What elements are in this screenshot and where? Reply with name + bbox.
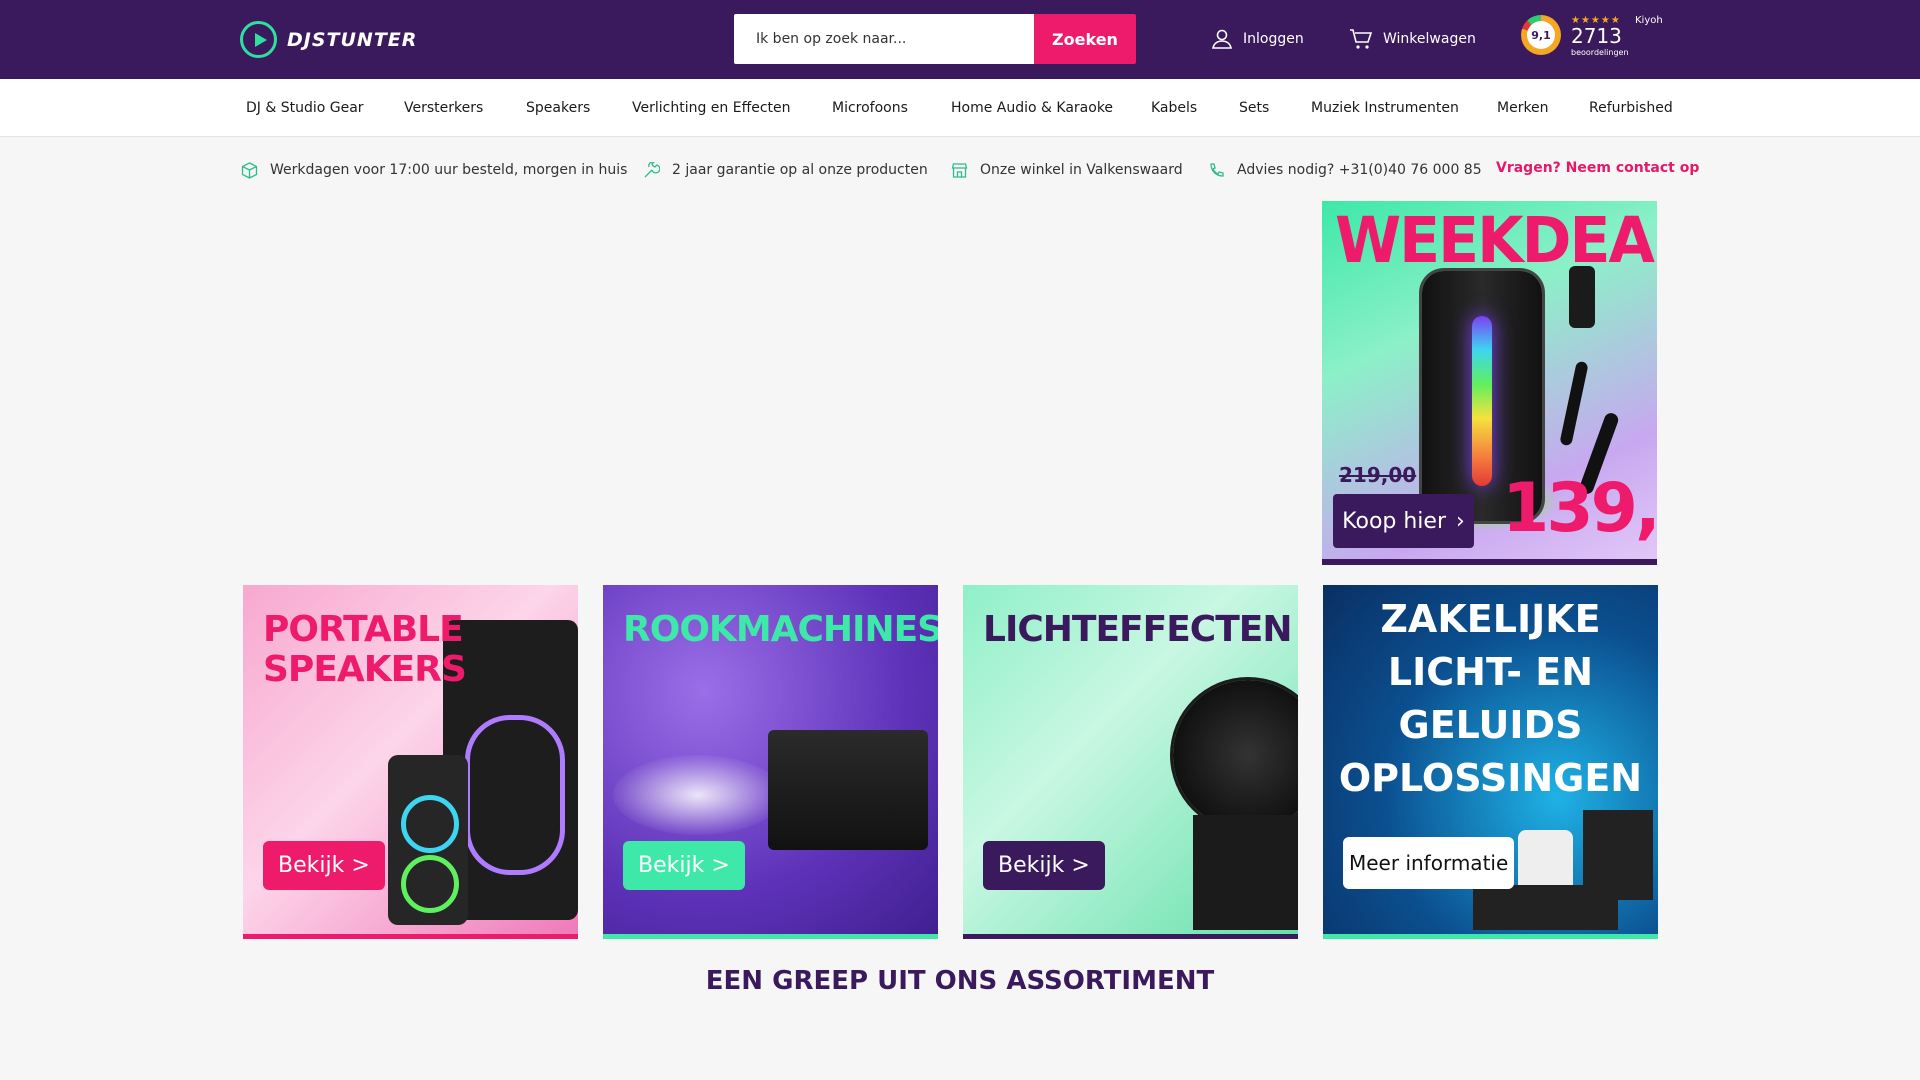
usp-warranty: 2 jaar garantie op al onze producten (642, 160, 928, 180)
usp-text: Onze winkel in Valkenswaard (980, 162, 1183, 178)
package-icon (240, 161, 258, 179)
tile-button[interactable]: Bekijk > (983, 841, 1105, 890)
cart-label: Winkelwagen (1383, 31, 1476, 47)
deal-price: 139,- (1502, 469, 1657, 548)
tile-portable-speakers[interactable]: PORTABLE SPEAKERS Bekijk > (243, 585, 578, 939)
logo-text: DJSTUNTER (287, 28, 418, 51)
user-icon (1212, 29, 1232, 49)
nav-item-merken[interactable]: Merken (1497, 79, 1549, 137)
logo[interactable]: DJSTUNTER (240, 21, 417, 58)
nav-item-home-audio[interactable]: Home Audio & Karaoke (951, 79, 1113, 137)
top-bar: DJSTUNTER Zoeken Inloggen Winkelwagen 9,… (0, 0, 1920, 79)
tile-button[interactable]: Bekijk > (623, 841, 745, 890)
play-logo-icon (240, 21, 277, 58)
tile-accent-bar (243, 934, 578, 939)
nav-item-microfoons[interactable]: Microfoons (832, 79, 908, 137)
smoke-image (613, 755, 783, 835)
tile-button[interactable]: Bekijk > (263, 841, 385, 890)
store-icon (950, 161, 968, 179)
phone-icon (1207, 161, 1225, 179)
fog-machine-image (768, 730, 928, 850)
tile-accent-bar (1323, 934, 1658, 939)
microphone-image (1559, 360, 1589, 447)
login-label: Inloggen (1243, 31, 1304, 47)
tile-title: ROOKMACHINES (623, 609, 938, 650)
review-count: 2713 (1571, 24, 1622, 48)
usp-text: 2 jaar garantie op al onze producten (672, 162, 928, 178)
nav-item-dj-studio-gear[interactable]: DJ & Studio Gear (246, 79, 364, 137)
nav-item-refurbished[interactable]: Refurbished (1589, 79, 1673, 137)
tile-accent-bar (963, 934, 1298, 939)
light-effect-base-image (1193, 815, 1298, 930)
rating-score-badge: 9,1 (1521, 15, 1561, 55)
weekdeal-title: WEEKDEAL (1335, 204, 1657, 278)
tile-rookmachines[interactable]: ROOKMACHINES Bekijk > (603, 585, 938, 939)
usp-text: Werkdagen voor 17:00 uur besteld, morgen… (270, 162, 628, 178)
search-bar: Zoeken (734, 14, 1136, 64)
wrench-icon (642, 161, 660, 179)
remote-image (1569, 266, 1595, 328)
login-link[interactable]: Inloggen (1211, 26, 1304, 52)
section-title: EEN GREEP UIT ONS ASSORTIMENT (705, 966, 1215, 996)
usp-delivery: Werkdagen voor 17:00 uur besteld, morgen… (240, 160, 627, 180)
nav-item-versterkers[interactable]: Versterkers (404, 79, 483, 137)
cart-icon (1350, 29, 1373, 49)
nav-item-kabels[interactable]: Kabels (1151, 79, 1197, 137)
kiyoh-rating[interactable]: 9,1 ★★★★★ Kiyoh 2713 beoordelingen (1521, 15, 1669, 59)
weekdeal-buy-label: Koop hier (1342, 508, 1447, 534)
tile-title: PORTABLE SPEAKERS (263, 609, 467, 690)
usp-text: Advies nodig? +31(0)40 76 000 85 (1237, 162, 1482, 178)
portable-speaker-image (388, 755, 468, 925)
old-price: 219,00 (1339, 463, 1417, 487)
tile-zakelijke-oplossingen[interactable]: ZAKELIJKE LICHT- EN GELUIDS OPLOSSINGEN … (1323, 585, 1658, 939)
tile-accent-bar (603, 934, 938, 939)
tile-lichteffecten[interactable]: LICHTEFFECTEN Bekijk > (963, 585, 1298, 939)
tile-title: LICHTEFFECTEN (983, 609, 1293, 650)
tile-title: ZAKELIJKE LICHT- EN GELUIDS OPLOSSINGEN (1338, 597, 1643, 800)
weekdeal-banner[interactable]: WEEKDEAL 219,00 Koop hier › 139,- (1322, 201, 1657, 565)
tile-button[interactable]: Meer informatie (1343, 837, 1515, 889)
search-input[interactable] (734, 14, 1034, 64)
nav-item-sets[interactable]: Sets (1239, 79, 1269, 137)
amplifier-image (1473, 885, 1618, 930)
cart-link[interactable]: Winkelwagen (1349, 26, 1476, 52)
main-nav: DJ & Studio Gear Versterkers Speakers Ve… (0, 79, 1920, 137)
chevron-right-icon: › (1456, 508, 1465, 534)
nav-item-muziek-instrumenten[interactable]: Muziek Instrumenten (1311, 79, 1459, 137)
review-label: beoordelingen (1571, 48, 1629, 57)
weekdeal-buy-button[interactable]: Koop hier › (1333, 494, 1474, 548)
disco-ball-image (1173, 680, 1298, 830)
usp-advice: Advies nodig? +31(0)40 76 000 85 (1207, 160, 1482, 180)
search-button[interactable]: Zoeken (1034, 14, 1136, 64)
rating-score: 9,1 (1527, 21, 1555, 49)
nav-item-verlichting[interactable]: Verlichting en Effecten (632, 79, 791, 137)
nav-item-speakers[interactable]: Speakers (526, 79, 590, 137)
usp-store: Onze winkel in Valkenswaard (950, 160, 1183, 180)
contact-link[interactable]: Vragen? Neem contact op (1496, 160, 1699, 176)
rating-provider: Kiyoh (1635, 15, 1663, 26)
